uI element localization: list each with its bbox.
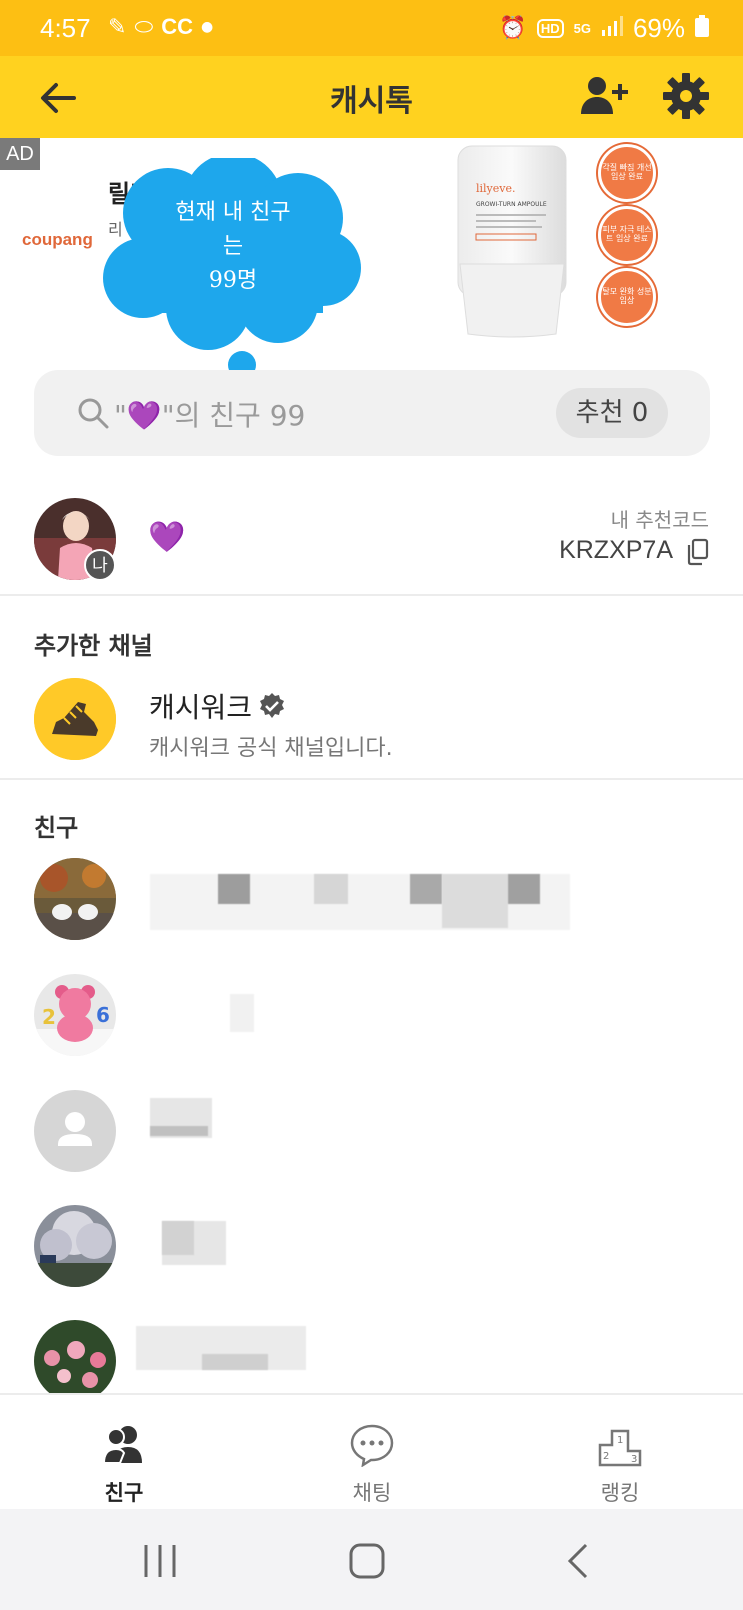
cloud-note-text: 현재 내 친구 는 99명 xyxy=(98,196,368,298)
blurred-name xyxy=(410,874,442,904)
ad-seal: 피부 자극 테스트 임상 완료 xyxy=(598,206,656,264)
dot-icon: ● xyxy=(201,19,214,35)
ad-product-image: lilyeve. GROWI-TURN AMPOULE xyxy=(456,144,568,340)
alarm-icon: ⏰ xyxy=(499,16,527,41)
blurred-name xyxy=(218,874,250,904)
gear-icon xyxy=(663,73,709,119)
tab-label: 친구 xyxy=(104,1481,144,1505)
search-icon xyxy=(78,398,109,429)
my-profile-row[interactable]: 나 💜 내 추천코드 KRZXP7A xyxy=(0,484,743,596)
product-name: GROWI-TURN AMPOULE xyxy=(476,201,547,208)
search-placeholder: "💜"의 친구 99 xyxy=(114,399,306,432)
avatar xyxy=(34,1090,116,1172)
app-header: 캐시톡 xyxy=(0,56,743,138)
blurred-name xyxy=(314,874,348,904)
tab-label: 랭킹 xyxy=(600,1481,640,1505)
friend-row[interactable] xyxy=(0,1090,743,1190)
channel-row-cashwalk[interactable]: 캐시워크 캐시워크 공식 채널입니다. xyxy=(0,670,743,780)
tab-ranking[interactable]: 12 3 랭킹 xyxy=(496,1395,743,1511)
avatar xyxy=(34,858,116,940)
product-brand: lilyeve. xyxy=(476,182,516,195)
page-title: 캐시톡 xyxy=(330,84,413,119)
tab-chat[interactable]: 채팅 xyxy=(248,1395,496,1511)
blurred-name xyxy=(230,994,254,1032)
blurred-name xyxy=(202,1354,268,1370)
bottom-tab-bar: 친구 채팅 12 3 랭킹 xyxy=(0,1393,743,1509)
chat-icon xyxy=(350,1424,394,1467)
channel-description: 캐시워크 공식 채널입니다. xyxy=(149,736,393,761)
friend-row[interactable] xyxy=(0,1205,743,1305)
back-nav-button[interactable] xyxy=(560,1541,600,1581)
recent-apps-button[interactable] xyxy=(140,1541,180,1581)
pill-icon: ⬭ xyxy=(134,14,154,40)
svg-text:2: 2 xyxy=(42,1005,56,1029)
ad-badge: AD xyxy=(0,138,40,170)
friend-row[interactable] xyxy=(0,1320,743,1393)
status-right: ⏰ HD 5G 69% xyxy=(499,13,709,44)
tab-label: 채팅 xyxy=(352,1481,392,1505)
referral-code-label: 내 추천코드 xyxy=(610,508,709,532)
avatar: 2 6 xyxy=(34,974,116,1056)
svg-text:1: 1 xyxy=(617,1435,623,1446)
default-person-icon xyxy=(58,1112,92,1146)
channel-avatar xyxy=(34,678,116,760)
battery-text: 69% xyxy=(632,13,685,43)
friends-section-title: 친구 xyxy=(34,814,79,842)
ad-seal: 각질 빠짐 개선 임상 완료 xyxy=(598,144,656,202)
avatar xyxy=(34,1320,116,1393)
me-badge: 나 xyxy=(84,549,116,581)
battery-icon xyxy=(695,14,709,43)
friend-row[interactable]: 2 6 xyxy=(0,974,743,1074)
referral-code-value: KRZXP7A xyxy=(559,536,673,564)
ranking-icon: 12 3 xyxy=(598,1429,642,1467)
avatar xyxy=(34,1205,116,1287)
cloud-line-1: 현재 내 친구 xyxy=(175,200,291,225)
verified-badge-icon xyxy=(260,693,285,718)
settings-button[interactable] xyxy=(662,72,710,120)
blurred-name xyxy=(508,874,540,904)
status-bar: 4:57 ✎ ⬭ CC ● ⏰ HD 5G 69% xyxy=(0,0,743,56)
svg-text:2: 2 xyxy=(603,1451,609,1462)
channel-name: 캐시워크 xyxy=(149,691,253,724)
blurred-name xyxy=(442,874,508,928)
channel-name-row: 캐시워크 xyxy=(149,686,286,726)
add-friend-button[interactable] xyxy=(580,74,628,118)
feather-icon: ✎ xyxy=(108,14,127,40)
home-button[interactable] xyxy=(347,1541,387,1581)
cloud-line-2: 는 xyxy=(222,234,244,259)
friend-search-bar[interactable]: "💜"의 친구 99 추천 0 xyxy=(34,370,710,456)
my-name: 💜 xyxy=(148,520,186,555)
notification-icons: ✎ ⬭ CC ● xyxy=(108,14,213,40)
channels-section-title: 추가한 채널 xyxy=(34,632,153,660)
tab-friends[interactable]: 친구 xyxy=(0,1395,248,1511)
svg-text:3: 3 xyxy=(631,1454,637,1465)
hd-icon: HD xyxy=(536,19,564,38)
friend-row[interactable] xyxy=(0,858,743,958)
friends-icon xyxy=(102,1426,142,1464)
blurred-name xyxy=(150,1126,208,1136)
cc-icon: CC xyxy=(161,14,194,39)
system-nav-bar xyxy=(0,1509,743,1610)
blurred-name xyxy=(162,1221,194,1255)
copy-icon[interactable] xyxy=(685,538,709,566)
network-icon: 5G xyxy=(573,21,591,36)
add-person-icon xyxy=(581,77,628,114)
ad-brand-logo: coupang xyxy=(22,230,93,249)
cloud-line-3: 99명 xyxy=(208,268,258,293)
signal-icon xyxy=(601,15,623,42)
svg-text:6: 6 xyxy=(96,1003,110,1027)
status-time: 4:57 xyxy=(40,13,91,43)
ad-seal: 탈모 완화 성분 임상 xyxy=(598,268,656,326)
recommend-button[interactable]: 추천 0 xyxy=(556,388,668,438)
